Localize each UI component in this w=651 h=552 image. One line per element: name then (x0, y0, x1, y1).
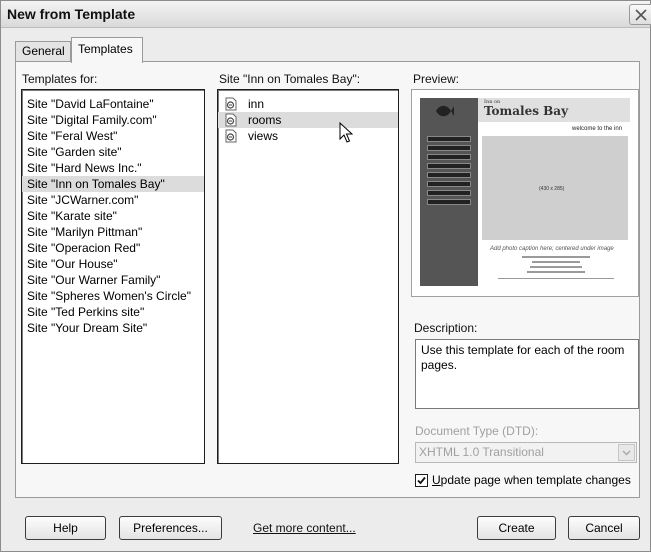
doctype-select: XHTML 1.0 Transitional (415, 442, 637, 463)
close-button[interactable] (629, 4, 651, 25)
site-list-item[interactable]: Site "JCWarner.com" (22, 192, 204, 208)
site-list-item[interactable]: Site "David LaFontaine" (22, 96, 204, 112)
preview-nav-button (427, 199, 471, 205)
update-mnemonic: U (432, 473, 441, 487)
site-list-item[interactable]: Site "Spheres Women's Circle" (22, 288, 204, 304)
preview-nav-button (427, 136, 471, 142)
preview-nav-button (427, 190, 471, 196)
description-text: Use this template for each of the room p… (415, 339, 639, 409)
template-list-item[interactable]: views (218, 128, 398, 144)
site-list-item[interactable]: Site "Garden site" (22, 144, 204, 160)
new-from-template-dialog: New from Template General Templates Temp… (0, 0, 651, 552)
preview-nav-button (427, 163, 471, 169)
template-list-item[interactable]: inn (218, 96, 398, 112)
preview-caption: Add photo caption here; centered under i… (490, 246, 614, 252)
sites-list[interactable]: Site "David LaFontaine" Site "Digital Fam… (21, 89, 205, 464)
tab-general[interactable]: General (15, 41, 71, 62)
templates-list[interactable]: inn rooms views (217, 89, 399, 464)
checkmark-icon (417, 476, 426, 485)
site-list-item[interactable]: Site "Inn on Tomales Bay" (22, 176, 204, 192)
site-list-item[interactable]: Site "Our Warner Family" (22, 272, 204, 288)
mouse-cursor-icon (339, 122, 353, 143)
site-list-item[interactable]: Site "Karate site" (22, 208, 204, 224)
site-list-item[interactable]: Site "Our House" (22, 256, 204, 272)
preview-address-line (522, 256, 590, 258)
chevron-down-icon (622, 450, 631, 456)
cancel-button[interactable]: Cancel (568, 516, 640, 540)
template-name: views (248, 129, 279, 143)
preview-nav-button (427, 145, 471, 151)
site-list-item[interactable]: Site "Your Dream Site" (22, 320, 204, 336)
site-list-item[interactable]: Site "Feral West" (22, 128, 204, 144)
template-file-icon (225, 113, 237, 127)
template-list-item[interactable]: rooms (218, 112, 398, 128)
doctype-label: Document Type (DTD): (415, 424, 539, 438)
site-templates-label: Site "Inn on Tomales Bay": (219, 72, 361, 86)
site-list-item[interactable]: Site "Digital Family.com" (22, 112, 204, 128)
preview-welcome: welcome to the inn (572, 126, 623, 132)
template-file-icon (225, 129, 237, 143)
update-page-checkbox[interactable] (415, 474, 428, 487)
description-label: Description: (414, 321, 478, 335)
window-title: New from Template (7, 6, 136, 22)
update-label-rest: pdate page when template changes (440, 473, 631, 487)
site-list-item[interactable]: Site "Hard News Inc." (22, 160, 204, 176)
site-list-item[interactable]: Site "Marilyn Pittman" (22, 224, 204, 240)
title-bar[interactable]: New from Template (1, 1, 651, 28)
preview-photo-size: (430 x 285) (539, 186, 565, 192)
get-more-content-link[interactable]: Get more content... (253, 521, 356, 535)
template-name: inn (248, 97, 265, 111)
fish-logo-icon (436, 105, 454, 117)
preview-footer-line (498, 278, 614, 279)
close-icon (635, 9, 647, 21)
preview-nav-button (427, 172, 471, 178)
site-list-item[interactable]: Site "Operacion Red" (22, 240, 204, 256)
tab-templates[interactable]: Templates (71, 37, 143, 63)
preview-title: Tomales Bay (484, 104, 569, 118)
template-file-icon (225, 97, 237, 111)
preview-address-line (527, 271, 585, 273)
preview-label: Preview: (413, 72, 460, 86)
site-list-item[interactable]: Site "Ted Perkins site" (22, 304, 204, 320)
dropdown-arrow (618, 444, 635, 461)
help-button[interactable]: Help (25, 516, 106, 540)
preview-nav-button (427, 181, 471, 187)
preview-address-line (532, 261, 580, 263)
template-preview: Inn on Tomales Bay welcome to the inn (4… (411, 89, 639, 297)
doctype-value: XHTML 1.0 Transitional (419, 445, 544, 459)
preview-address-line (530, 266, 582, 268)
templates-for-label: Templates for: (22, 72, 98, 86)
update-page-label[interactable]: Update page when template changes (432, 473, 631, 487)
preferences-button[interactable]: Preferences... (119, 516, 222, 540)
preview-nav-button (427, 154, 471, 160)
create-button[interactable]: Create (477, 516, 556, 540)
template-name: rooms (248, 113, 282, 127)
